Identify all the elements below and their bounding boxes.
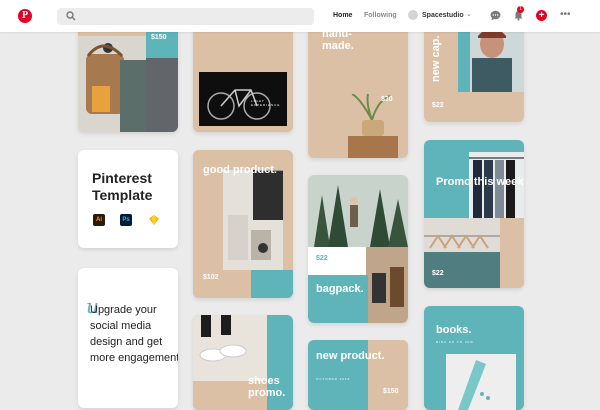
template-title-line1: Pinterest <box>92 170 152 186</box>
nav-following-link[interactable]: Following <box>364 12 397 19</box>
search-input[interactable] <box>57 8 314 25</box>
notification-count-badge: 1 <box>517 6 524 13</box>
avatar <box>408 10 418 20</box>
create-plus-button[interactable]: + <box>536 10 547 21</box>
more-options-icon[interactable]: ••• <box>560 9 571 20</box>
hangers-photo <box>424 218 500 288</box>
cta-text: Upgrade your social media design and get… <box>90 304 178 364</box>
pin-template-info[interactable]: Pinterest Template Ai Ps <box>78 150 178 248</box>
search-icon <box>66 11 76 21</box>
plant-basket-photo <box>348 94 398 158</box>
messages-icon[interactable] <box>490 10 501 21</box>
pin-price: $22 <box>432 102 444 109</box>
pin-price: $22 <box>432 270 444 277</box>
bag-photo <box>78 36 146 132</box>
template-title-line2: Template <box>92 187 153 203</box>
pin-headline: shoes promo. <box>248 375 286 399</box>
pin-headline: Promo this week <box>436 176 524 188</box>
tan-corner-block <box>500 218 524 288</box>
profile-name: Spacestudio <box>422 12 464 19</box>
camping-gear-photo <box>366 247 408 323</box>
pin-upgrade-cta[interactable]: u Upgrade your social media design and g… <box>78 268 178 408</box>
product-photo <box>223 170 283 270</box>
top-navigation-bar: P Home Following Spacestudio ⌄ 1 + ••• <box>0 0 600 32</box>
pinterest-logo-icon[interactable]: P <box>18 9 32 23</box>
shoes-photo <box>193 315 267 381</box>
pin-shoes[interactable]: shoes promo. <box>193 315 293 410</box>
forest-hiker-photo <box>308 175 408 247</box>
pin-price: $30 <box>381 96 393 103</box>
pin-subtext: DISC UP TO 30% <box>436 340 474 344</box>
sketch-icon <box>149 215 159 225</box>
pin-price: $150 <box>383 388 399 395</box>
pin-headline: bagpack. <box>316 283 364 295</box>
pin-headline: new cap. <box>430 35 442 82</box>
pin-subtext: OCTOBER 2019 <box>316 377 351 381</box>
pin-price: $22 <box>316 255 328 262</box>
chevron-down-icon: ⌄ <box>466 11 472 18</box>
books-photo <box>446 354 516 410</box>
template-title: Pinterest Template <box>92 170 152 204</box>
pin-promo[interactable]: Promo this week $22 <box>424 140 524 288</box>
pin-price: $102 <box>203 274 219 281</box>
bike-caption: LIGHT EXPERIENCE <box>251 99 281 107</box>
pin-headline: good product. <box>203 164 277 176</box>
illustrator-icon: Ai <box>93 214 105 226</box>
logo-letter: P <box>21 10 29 21</box>
teal-corner-block <box>251 270 293 298</box>
photoshop-icon: Ps <box>120 214 132 226</box>
pin-handmade[interactable]: hand- made. $30 <box>308 14 408 158</box>
nav-home-link[interactable]: Home <box>333 12 352 19</box>
pin-price: $150 <box>151 34 167 41</box>
pin-headline: books. <box>436 324 472 336</box>
pin-headline: new product. <box>316 350 385 362</box>
pin-bagpack[interactable]: $22 bagpack. <box>308 175 408 323</box>
pin-books[interactable]: books. DISC UP TO 30% <box>424 306 524 410</box>
pin-good-product[interactable]: good product. $102 <box>193 150 293 298</box>
